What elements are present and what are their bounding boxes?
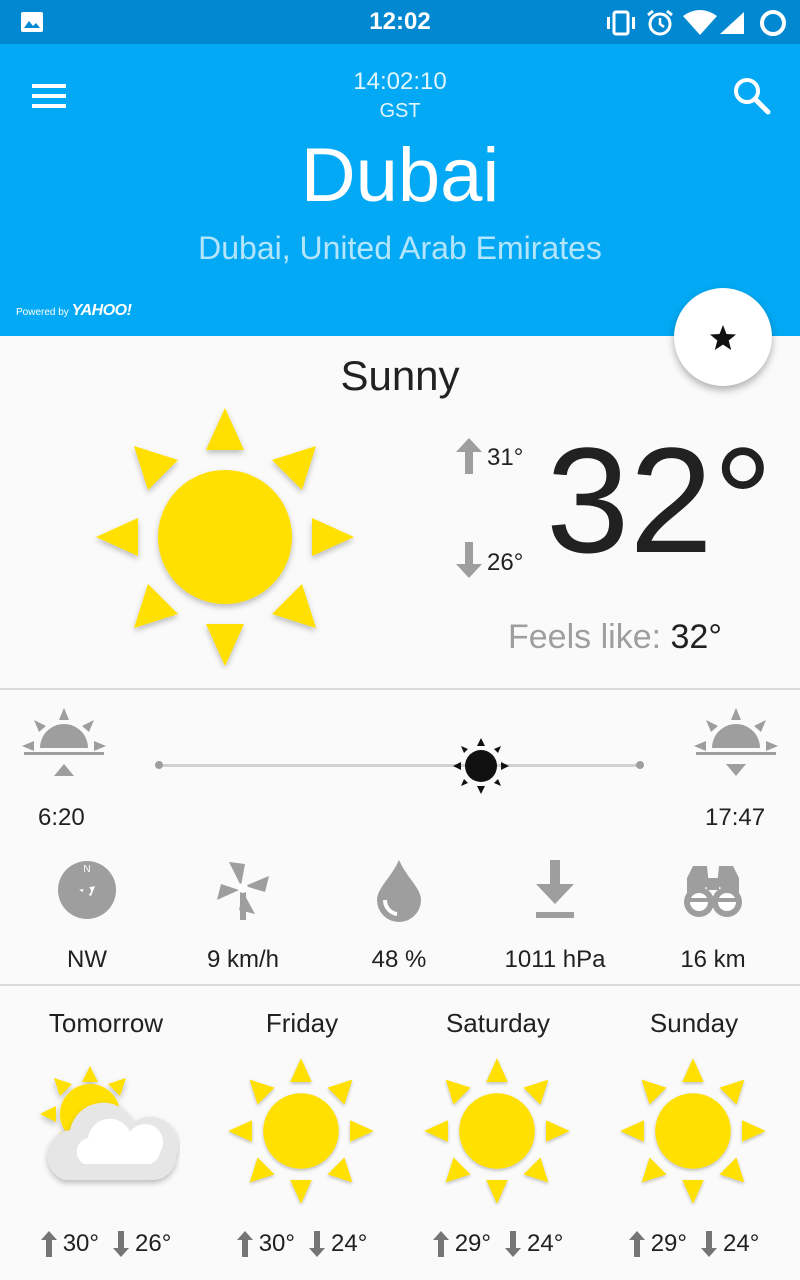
forecast-day-name: Sunday (649, 1008, 739, 1038)
pressure-arrow-icon (536, 860, 574, 918)
sunrise-icon (22, 708, 106, 776)
wind-speed-value: 9 km/h (206, 946, 280, 973)
low-arrow-icon (456, 542, 482, 578)
sunrise-time: 6:20 (38, 804, 85, 831)
low-arrow-icon (701, 1231, 717, 1257)
sun-position-icon (452, 738, 509, 794)
divider (0, 688, 800, 690)
feels-like: Feels like: 32° (508, 618, 722, 657)
detail-humidity: 48 % (319, 856, 479, 973)
detail-wind-direction: N NW (7, 856, 167, 973)
sun-icon (96, 408, 354, 666)
high-arrow-icon (432, 1231, 449, 1257)
forecast-day-name: Saturday (445, 1008, 551, 1038)
high-arrow-icon (236, 1231, 253, 1257)
status-bar: 12:02 (0, 0, 800, 44)
alarm-icon (647, 9, 673, 36)
sun-icon (620, 1058, 766, 1204)
today-high: 31° (487, 444, 524, 471)
region-name: Dubai, United Arab Emirates (198, 230, 602, 266)
status-time: 12:02 (369, 8, 431, 35)
wifi-icon (683, 10, 717, 35)
svg-text:N: N (83, 864, 90, 875)
windmill-icon (217, 862, 269, 920)
sunset-time: 17:47 (705, 804, 766, 831)
visibility-value: 16 km (680, 946, 746, 973)
wind-direction-value: NW (67, 946, 107, 973)
forecast-temps: 29° 24° (400, 1230, 596, 1258)
forecast-temps: 30° 24° (204, 1230, 400, 1258)
feels-like-value: 32° (670, 618, 722, 656)
yahoo-logo: YAHOO! (71, 302, 132, 319)
forecast-day-name: Friday (265, 1008, 339, 1038)
search-icon[interactable] (730, 74, 774, 118)
low-arrow-icon (113, 1231, 129, 1257)
drop-icon (377, 860, 421, 922)
sun-icon (228, 1058, 374, 1204)
forecast-day[interactable]: Saturday 29° 24° (400, 1008, 596, 1257)
forecast-high: 30° (62, 1230, 99, 1257)
detail-visibility: 16 km (633, 856, 793, 973)
pressure-value: 1011 hPa (504, 946, 606, 973)
humidity-value: 48 % (371, 946, 427, 973)
low-arrow-icon (309, 1231, 325, 1257)
forecast-high: 30° (258, 1230, 295, 1257)
forecast-high: 29° (454, 1230, 491, 1257)
battery-saver-icon (760, 10, 786, 36)
compass-icon: N (58, 861, 116, 919)
divider (0, 984, 800, 986)
sun-icon (424, 1058, 570, 1204)
detail-pressure: 1011 hPa (475, 856, 635, 973)
signal-icon (720, 12, 744, 34)
day-progress-track (158, 764, 640, 767)
forecast-high: 29° (650, 1230, 687, 1257)
city-name: Dubai (300, 133, 500, 218)
binoculars-icon (684, 866, 742, 917)
sunset-icon (694, 708, 778, 776)
powered-by-label: Powered by (16, 307, 69, 318)
detail-wind-speed: 9 km/h (163, 856, 323, 973)
high-arrow-icon (456, 438, 482, 474)
vibrate-icon (607, 10, 635, 36)
forecast-day[interactable]: Tomorrow 30° 26° (8, 1008, 204, 1257)
current-condition: Sunny (340, 352, 460, 399)
high-arrow-icon (40, 1231, 57, 1257)
forecast-low: 24° (527, 1230, 564, 1257)
today-low: 26° (487, 549, 524, 576)
forecast-day[interactable]: Friday 30° 24° (204, 1008, 400, 1257)
track-start-dot (155, 761, 163, 769)
powered-by-yahoo[interactable]: Powered by YAHOO! (16, 302, 132, 320)
local-time: 14:02:10 (353, 68, 447, 95)
forecast-temps: 30° 26° (8, 1230, 204, 1258)
low-arrow-icon (505, 1231, 521, 1257)
timezone: GST (379, 100, 421, 122)
forecast-low: 26° (135, 1230, 172, 1257)
forecast-day[interactable]: Sunday 29° 24° (596, 1008, 792, 1257)
track-end-dot (636, 761, 644, 769)
forecast-temps: 29° 24° (596, 1230, 792, 1258)
forecast-low: 24° (331, 1230, 368, 1257)
current-temperature: 32° (546, 416, 773, 584)
high-arrow-icon (628, 1231, 645, 1257)
feels-like-label: Feels like: (508, 618, 662, 656)
forecast-day-name: Tomorrow (48, 1008, 164, 1038)
forecast-low: 24° (723, 1230, 760, 1257)
partly-cloudy-icon (40, 1066, 179, 1180)
